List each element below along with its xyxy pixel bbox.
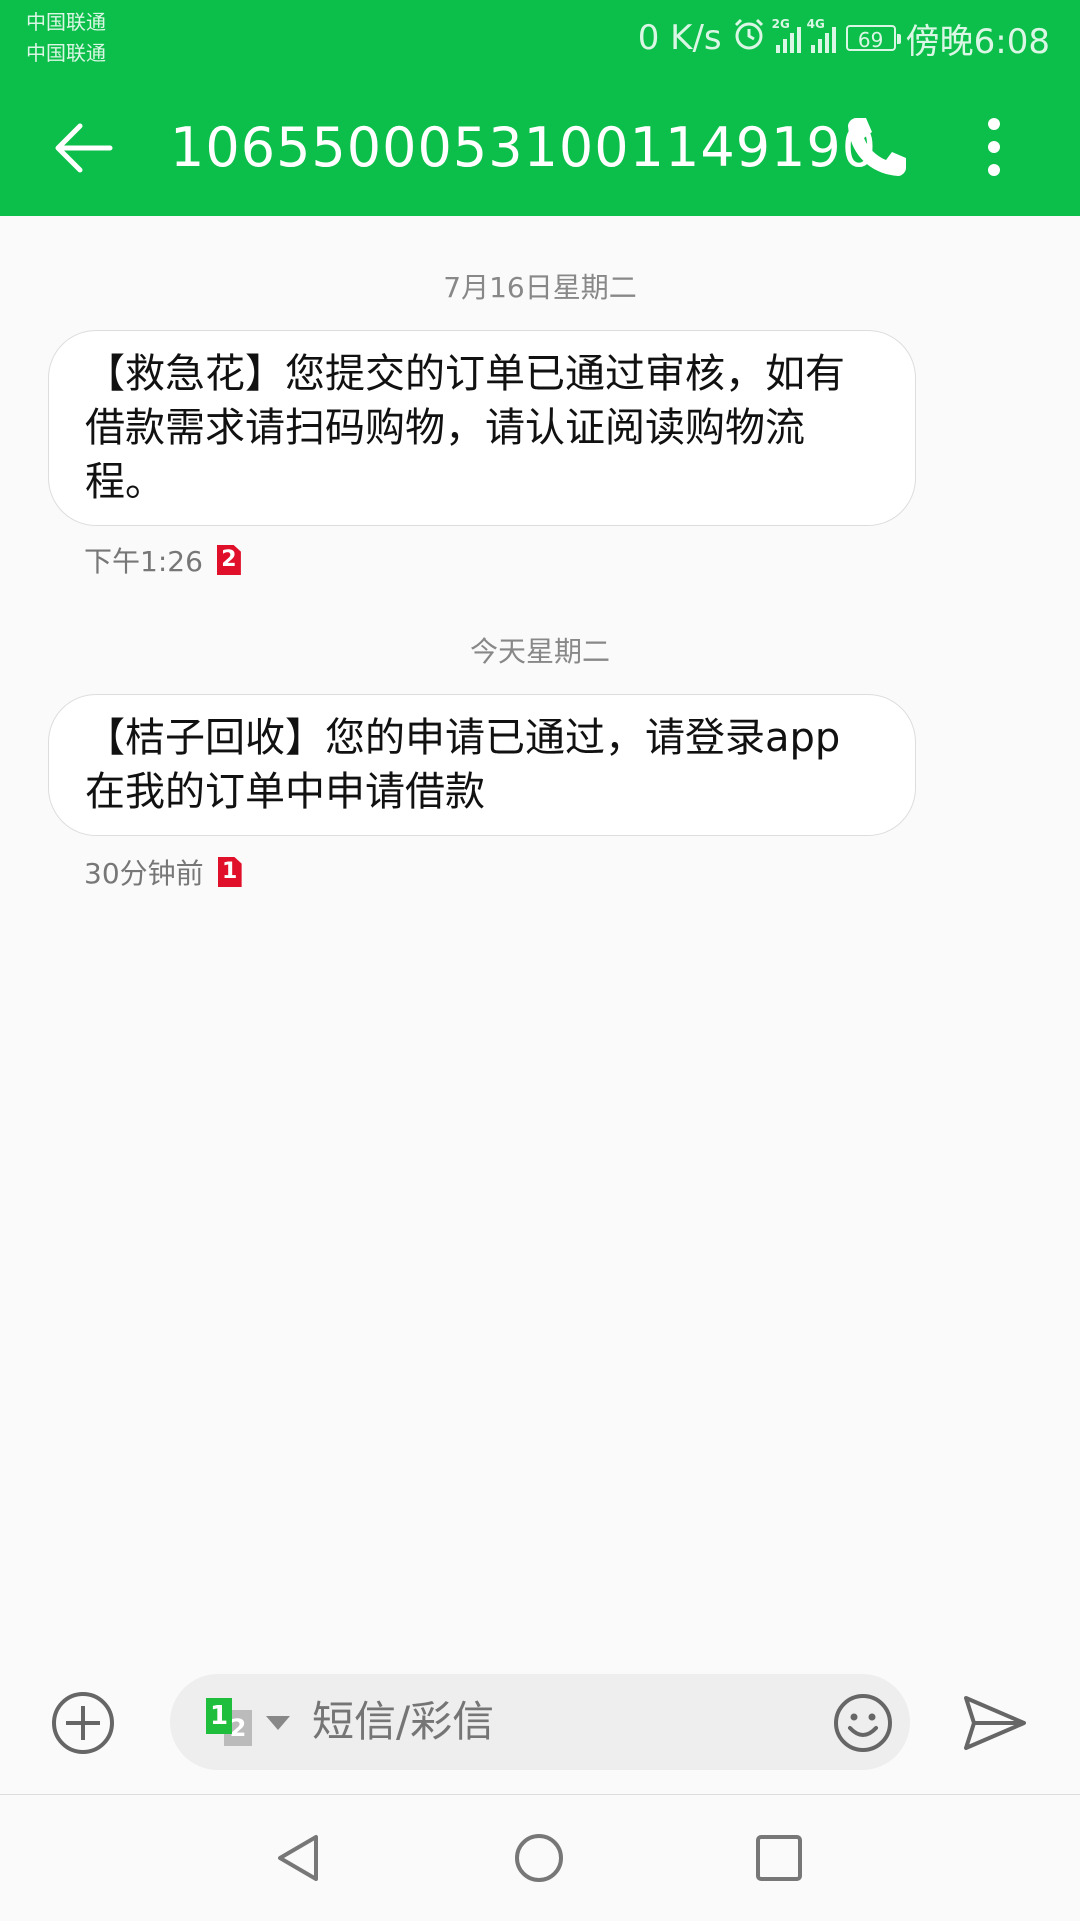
status-bar: 中国联通 中国联通 0 K/s 2G 4G 69 傍晚6:08 [0,0,1080,80]
system-nav-bar [0,1794,1080,1921]
message-composer: 2 1 [0,1650,1080,1794]
message-meta: 下午1:26 2 [84,540,241,580]
signal-sim1-icon: 2G [772,17,801,53]
circle-home-icon [515,1834,563,1882]
status-indicators: 0 K/s 2G 4G 69 傍晚6:08 [638,14,1050,62]
sim-selector[interactable]: 2 1 [206,1698,306,1748]
emoji-button[interactable] [832,1692,894,1754]
nav-back-button[interactable] [272,1831,326,1885]
message-time: 30分钟前 [84,857,204,890]
sim-card-icon: 2 [216,545,241,575]
sim-card-icon: 1 [217,857,242,887]
sim1-network-label: 2G [771,17,790,31]
message-input-container: 2 1 [170,1674,910,1770]
call-button[interactable] [840,110,914,184]
carrier-1: 中国联通 [26,10,106,34]
square-recents-icon [756,1835,802,1881]
triangle-back-icon [278,1835,318,1881]
back-button[interactable] [50,114,118,182]
nav-recents-button[interactable] [752,1831,806,1885]
arrow-left-icon [55,123,113,173]
sim2-network-label: 4G [806,17,825,31]
message-bubble[interactable]: 【桔子回收】您的申请已通过，请登录app在我的订单中申请借款 [48,694,916,836]
sim-1-icon: 1 [206,1698,232,1734]
message-meta: 30分钟前 1 [84,852,242,892]
alarm-icon [732,17,766,60]
nav-home-button[interactable] [512,1831,566,1885]
date-separator: 7月16日星期二 [443,271,637,304]
signal-sim2-icon: 4G [807,17,836,53]
conversation-toolbar: 10655000531001149190 [0,80,1080,216]
send-icon [964,1696,1026,1750]
net-speed: 0 K/s [637,18,722,58]
smiley-icon [834,1694,892,1752]
message-time: 下午1:26 [84,545,203,578]
plus-circle-icon [52,1692,114,1754]
clock: 傍晚6:08 [905,21,1050,62]
more-vertical-icon [988,118,1000,176]
page-title: 10655000531001149190 [170,116,878,179]
message-input[interactable] [312,1692,732,1752]
message-bubble[interactable]: 【救急花】您提交的订单已通过审核，如有借款需求请扫码购物，请认证阅读购物流程。 [48,330,916,526]
caret-down-icon [266,1716,290,1730]
more-options-button[interactable] [970,110,1018,184]
add-attachment-button[interactable] [50,1690,116,1756]
battery-icon: 69 [845,25,901,52]
date-separator: 今天星期二 [469,635,610,668]
phone-icon [848,118,906,176]
carrier-2: 中国联通 [26,41,106,65]
send-button[interactable] [960,1688,1030,1758]
